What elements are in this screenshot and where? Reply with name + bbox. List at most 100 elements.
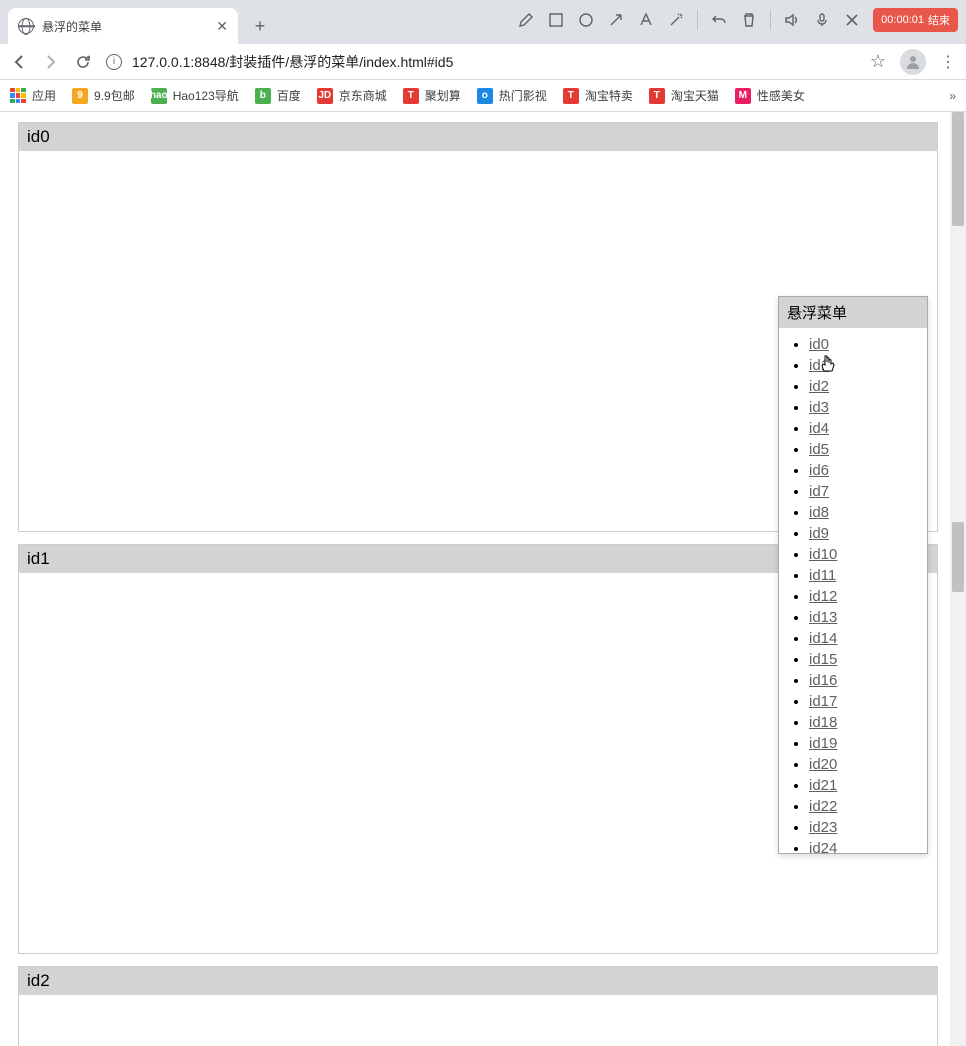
bookmark-favicon: T <box>403 88 419 104</box>
text-icon[interactable] <box>637 11 655 29</box>
float-menu-link[interactable]: id17 <box>809 693 837 710</box>
float-menu-link[interactable]: id5 <box>809 441 829 458</box>
floating-menu: 悬浮菜单 id0id1id2id3id4id5id6id7id8id9id10i… <box>778 296 928 854</box>
float-menu-item: id13 <box>809 607 923 628</box>
float-menu-item: id11 <box>809 565 923 586</box>
float-menu-link[interactable]: id15 <box>809 651 837 668</box>
float-menu-link[interactable]: id3 <box>809 399 829 416</box>
mic-icon[interactable] <box>813 11 831 29</box>
bookmark-star-icon[interactable]: ☆ <box>870 51 886 72</box>
bookmark-label: 热门影视 <box>499 87 547 104</box>
scrollbar-thumb[interactable] <box>952 112 964 226</box>
float-menu-link[interactable]: id6 <box>809 462 829 479</box>
float-menu-link[interactable]: id11 <box>809 567 836 584</box>
float-menu-link[interactable]: id16 <box>809 672 837 689</box>
browser-tab[interactable]: 悬浮的菜单 ✕ <box>8 8 238 44</box>
back-button[interactable] <box>10 53 28 71</box>
bookmark-item[interactable]: M性感美女 <box>735 87 805 104</box>
url-box[interactable]: i 127.0.0.1:8848/封装插件/悬浮的菜单/index.html#i… <box>106 52 856 72</box>
float-menu-link[interactable]: id23 <box>809 819 837 836</box>
float-menu-item: id2 <box>809 376 923 397</box>
circle-icon[interactable] <box>577 11 595 29</box>
float-menu-link[interactable]: id19 <box>809 735 837 752</box>
wand-icon[interactable] <box>667 11 685 29</box>
page-scrollbar[interactable] <box>950 112 966 1046</box>
bookmark-item[interactable]: o 热门影视 <box>477 87 547 104</box>
bookmark-item[interactable]: JD 京东商城 <box>317 87 387 104</box>
bookmark-label: 百度 <box>277 87 301 104</box>
close-icon[interactable] <box>843 11 861 29</box>
float-menu-link[interactable]: id4 <box>809 420 829 437</box>
float-menu-item: id9 <box>809 523 923 544</box>
speaker-icon[interactable] <box>783 11 801 29</box>
bookmark-favicon: hao <box>151 88 167 104</box>
float-menu-item: id20 <box>809 754 923 775</box>
bookmark-label: 京东商城 <box>339 87 387 104</box>
floating-menu-body[interactable]: id0 id1 id2 id3 id4 id5 id6 id7 id8 id9 id10 id11 id… <box>779 328 927 853</box>
pencil-icon[interactable] <box>517 11 535 29</box>
bookmark-item[interactable]: T淘宝天猫 <box>649 87 719 104</box>
timer-time: 00:00:01 <box>881 14 924 26</box>
float-menu-item: id5 <box>809 439 923 460</box>
float-menu-link[interactable]: id7 <box>809 483 829 500</box>
float-menu-item: id14 <box>809 628 923 649</box>
undo-icon[interactable] <box>710 11 728 29</box>
bookmark-favicon: T <box>563 88 579 104</box>
float-menu-link[interactable]: id22 <box>809 798 837 815</box>
url-text: 127.0.0.1:8848/封装插件/悬浮的菜单/index.html#id5 <box>132 52 453 72</box>
float-menu-item: id19 <box>809 733 923 754</box>
site-info-icon[interactable]: i <box>106 54 122 70</box>
toolbar-divider <box>697 10 698 30</box>
float-menu-link[interactable]: id9 <box>809 525 829 542</box>
bookmarks-overflow-icon[interactable]: » <box>949 89 956 103</box>
globe-icon <box>18 18 34 34</box>
bookmark-favicon: b <box>255 88 271 104</box>
bookmark-favicon: M <box>735 88 751 104</box>
float-menu-link[interactable]: id10 <box>809 546 837 563</box>
float-menu-item: id18 <box>809 712 923 733</box>
content-section: id2 <box>18 966 938 1046</box>
section-header: id2 <box>19 967 937 995</box>
float-menu-link[interactable]: id24 <box>809 840 837 853</box>
float-menu-link[interactable]: id0 <box>809 336 829 353</box>
float-menu-link[interactable]: id13 <box>809 609 837 626</box>
float-menu-item: id8 <box>809 502 923 523</box>
float-menu-link[interactable]: id18 <box>809 714 837 731</box>
float-menu-link[interactable]: id21 <box>809 777 837 794</box>
arrow-icon[interactable] <box>607 11 625 29</box>
float-menu-item: id15 <box>809 649 923 670</box>
forward-button <box>42 53 60 71</box>
recording-timer[interactable]: 00:00:01 结束 <box>873 8 958 32</box>
bookmark-label: 淘宝特卖 <box>585 87 633 104</box>
scrollbar-thumb[interactable] <box>952 522 964 592</box>
float-menu-link[interactable]: id2 <box>809 378 829 395</box>
bookmark-favicon: o <box>477 88 493 104</box>
float-menu-link[interactable]: id1 <box>809 357 829 374</box>
float-menu-link[interactable]: id8 <box>809 504 829 521</box>
bookmark-favicon: JD <box>317 88 333 104</box>
float-menu-item: id21 <box>809 775 923 796</box>
reload-button[interactable] <box>74 53 92 71</box>
bookmark-item[interactable]: b 百度 <box>255 87 301 104</box>
bookmark-favicon: 9 <box>72 88 88 104</box>
float-menu-item: id3 <box>809 397 923 418</box>
trash-icon[interactable] <box>740 11 758 29</box>
bookmark-item[interactable]: 应用 <box>10 87 56 104</box>
bookmark-item[interactable]: haoHao123导航 <box>151 87 239 104</box>
close-tab-icon[interactable]: ✕ <box>216 18 228 35</box>
new-tab-button[interactable]: + <box>246 12 274 40</box>
bookmark-label: 应用 <box>32 87 56 104</box>
square-icon[interactable] <box>547 11 565 29</box>
float-menu-item: id6 <box>809 460 923 481</box>
float-menu-link[interactable]: id20 <box>809 756 837 773</box>
bookmark-item[interactable]: T聚划算 <box>403 87 461 104</box>
profile-avatar[interactable] <box>900 49 926 75</box>
bookmark-item[interactable]: T 淘宝特卖 <box>563 87 633 104</box>
float-menu-link[interactable]: id14 <box>809 630 837 647</box>
address-bar: i 127.0.0.1:8848/封装插件/悬浮的菜单/index.html#i… <box>0 44 966 80</box>
menu-dots-icon[interactable]: ⋮ <box>940 52 956 72</box>
float-menu-link[interactable]: id12 <box>809 588 837 605</box>
bookmark-item[interactable]: 9 9.9包邮 <box>72 87 135 104</box>
float-menu-item: id24 <box>809 838 923 853</box>
bookmark-label: 9.9包邮 <box>94 87 135 104</box>
